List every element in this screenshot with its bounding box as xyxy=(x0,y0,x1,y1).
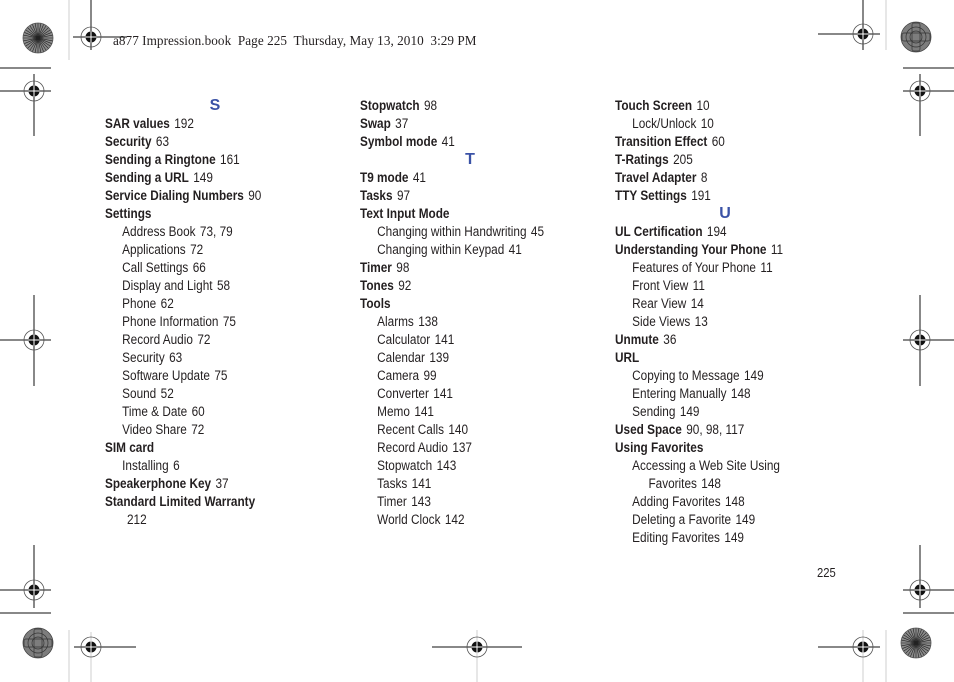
color-wheel-bottom-left xyxy=(22,627,54,659)
color-wheel-bottom-right xyxy=(900,627,932,659)
print-marks xyxy=(0,0,954,682)
color-wheel-top-right xyxy=(900,21,932,53)
color-wheel-top-left xyxy=(22,22,54,54)
